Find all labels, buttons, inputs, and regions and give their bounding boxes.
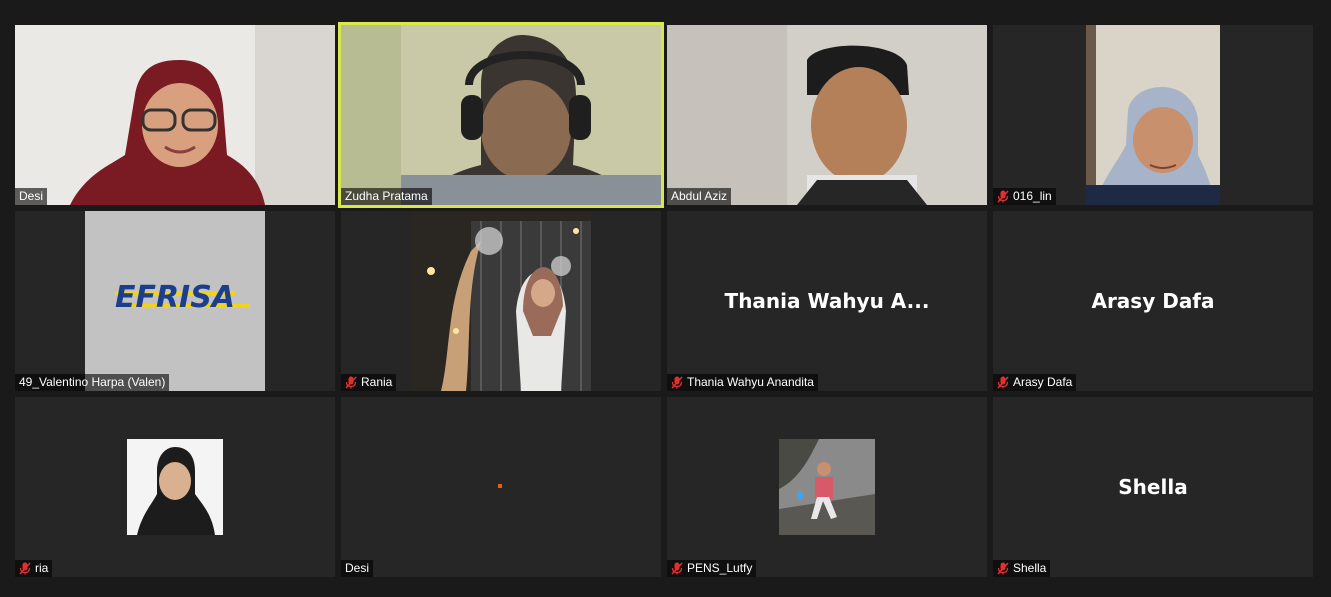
efrisa-logo: EFRISA xyxy=(85,211,265,391)
video-feed xyxy=(1086,25,1220,205)
avatar xyxy=(127,439,223,535)
video-feed: EFRISA xyxy=(85,211,265,391)
participant-name: Zudha Pratama xyxy=(345,189,428,203)
participant-tile-desi[interactable]: Desi xyxy=(15,25,335,205)
participant-tile-valentino-harpa[interactable]: EFRISA 49_Valentino Harpa (Valen) xyxy=(15,211,335,391)
microphone-muted-icon xyxy=(671,562,683,575)
participant-name-label: Rania xyxy=(341,374,397,391)
participant-name: Shella xyxy=(1013,561,1047,575)
video-feed xyxy=(341,25,661,205)
participant-tile-016-lin[interactable]: 016_lin xyxy=(993,25,1313,205)
participant-tile-thania-wahyu-anandita[interactable]: Thania Wahyu A... Thania Wahyu Anandita xyxy=(667,211,987,391)
microphone-muted-icon xyxy=(997,562,1009,575)
microphone-muted-icon xyxy=(671,376,683,389)
participant-name-label: Abdul Aziz xyxy=(667,188,732,205)
svg-text:EFRISA: EFRISA xyxy=(115,280,235,315)
participant-name-label: 016_lin xyxy=(993,188,1056,205)
participant-name: Desi xyxy=(345,561,370,575)
microphone-muted-icon xyxy=(997,376,1009,389)
participant-tile-shella[interactable]: Shella Shella xyxy=(993,397,1313,577)
video-feed xyxy=(411,211,591,391)
participant-name-label: Zudha Pratama xyxy=(341,188,432,205)
participant-tile-arasy-dafa[interactable]: Arasy Dafa Arasy Dafa xyxy=(993,211,1313,391)
participant-name: ria xyxy=(35,561,49,575)
avatar xyxy=(779,439,875,535)
participant-tile-pens-lutfy[interactable]: PENS_Lutfy xyxy=(667,397,987,577)
loading-dot xyxy=(498,484,502,488)
participant-name: 49_Valentino Harpa (Valen) xyxy=(19,375,166,389)
participant-name-label: Desi xyxy=(341,560,374,577)
microphone-muted-icon xyxy=(345,376,357,389)
participant-name: Abdul Aziz xyxy=(671,189,728,203)
participant-tile-rania[interactable]: Rania xyxy=(341,211,661,391)
participant-name-label: PENS_Lutfy xyxy=(667,560,757,577)
participant-tile-abdul-aziz[interactable]: Abdul Aziz xyxy=(667,25,987,205)
participant-name-label: 49_Valentino Harpa (Valen) xyxy=(15,374,170,391)
participant-tile-ria[interactable]: ria xyxy=(15,397,335,577)
participant-name: Thania Wahyu Anandita xyxy=(687,375,814,389)
video-feed xyxy=(667,25,987,205)
participant-display-name: Arasy Dafa xyxy=(1091,289,1215,313)
microphone-muted-icon xyxy=(997,190,1009,203)
participant-name-label: ria xyxy=(15,560,53,577)
participant-tile-desi-blank[interactable]: Desi xyxy=(341,397,661,577)
participant-display-name: Shella xyxy=(1118,475,1188,499)
participant-name-label: Arasy Dafa xyxy=(993,374,1077,391)
participant-display-name: Thania Wahyu A... xyxy=(724,289,930,313)
participant-name: 016_lin xyxy=(1013,189,1052,203)
video-feed xyxy=(15,25,335,205)
participant-name: Desi xyxy=(19,189,44,203)
microphone-muted-icon xyxy=(19,562,31,575)
participant-name-label: Desi xyxy=(15,188,48,205)
participant-tile-zudha-pratama[interactable]: Zudha Pratama xyxy=(338,22,664,208)
participant-name-label: Thania Wahyu Anandita xyxy=(667,374,818,391)
participant-name: PENS_Lutfy xyxy=(687,561,753,575)
participant-name-label: Shella xyxy=(993,560,1051,577)
participant-name: Rania xyxy=(361,375,393,389)
participant-name: Arasy Dafa xyxy=(1013,375,1073,389)
